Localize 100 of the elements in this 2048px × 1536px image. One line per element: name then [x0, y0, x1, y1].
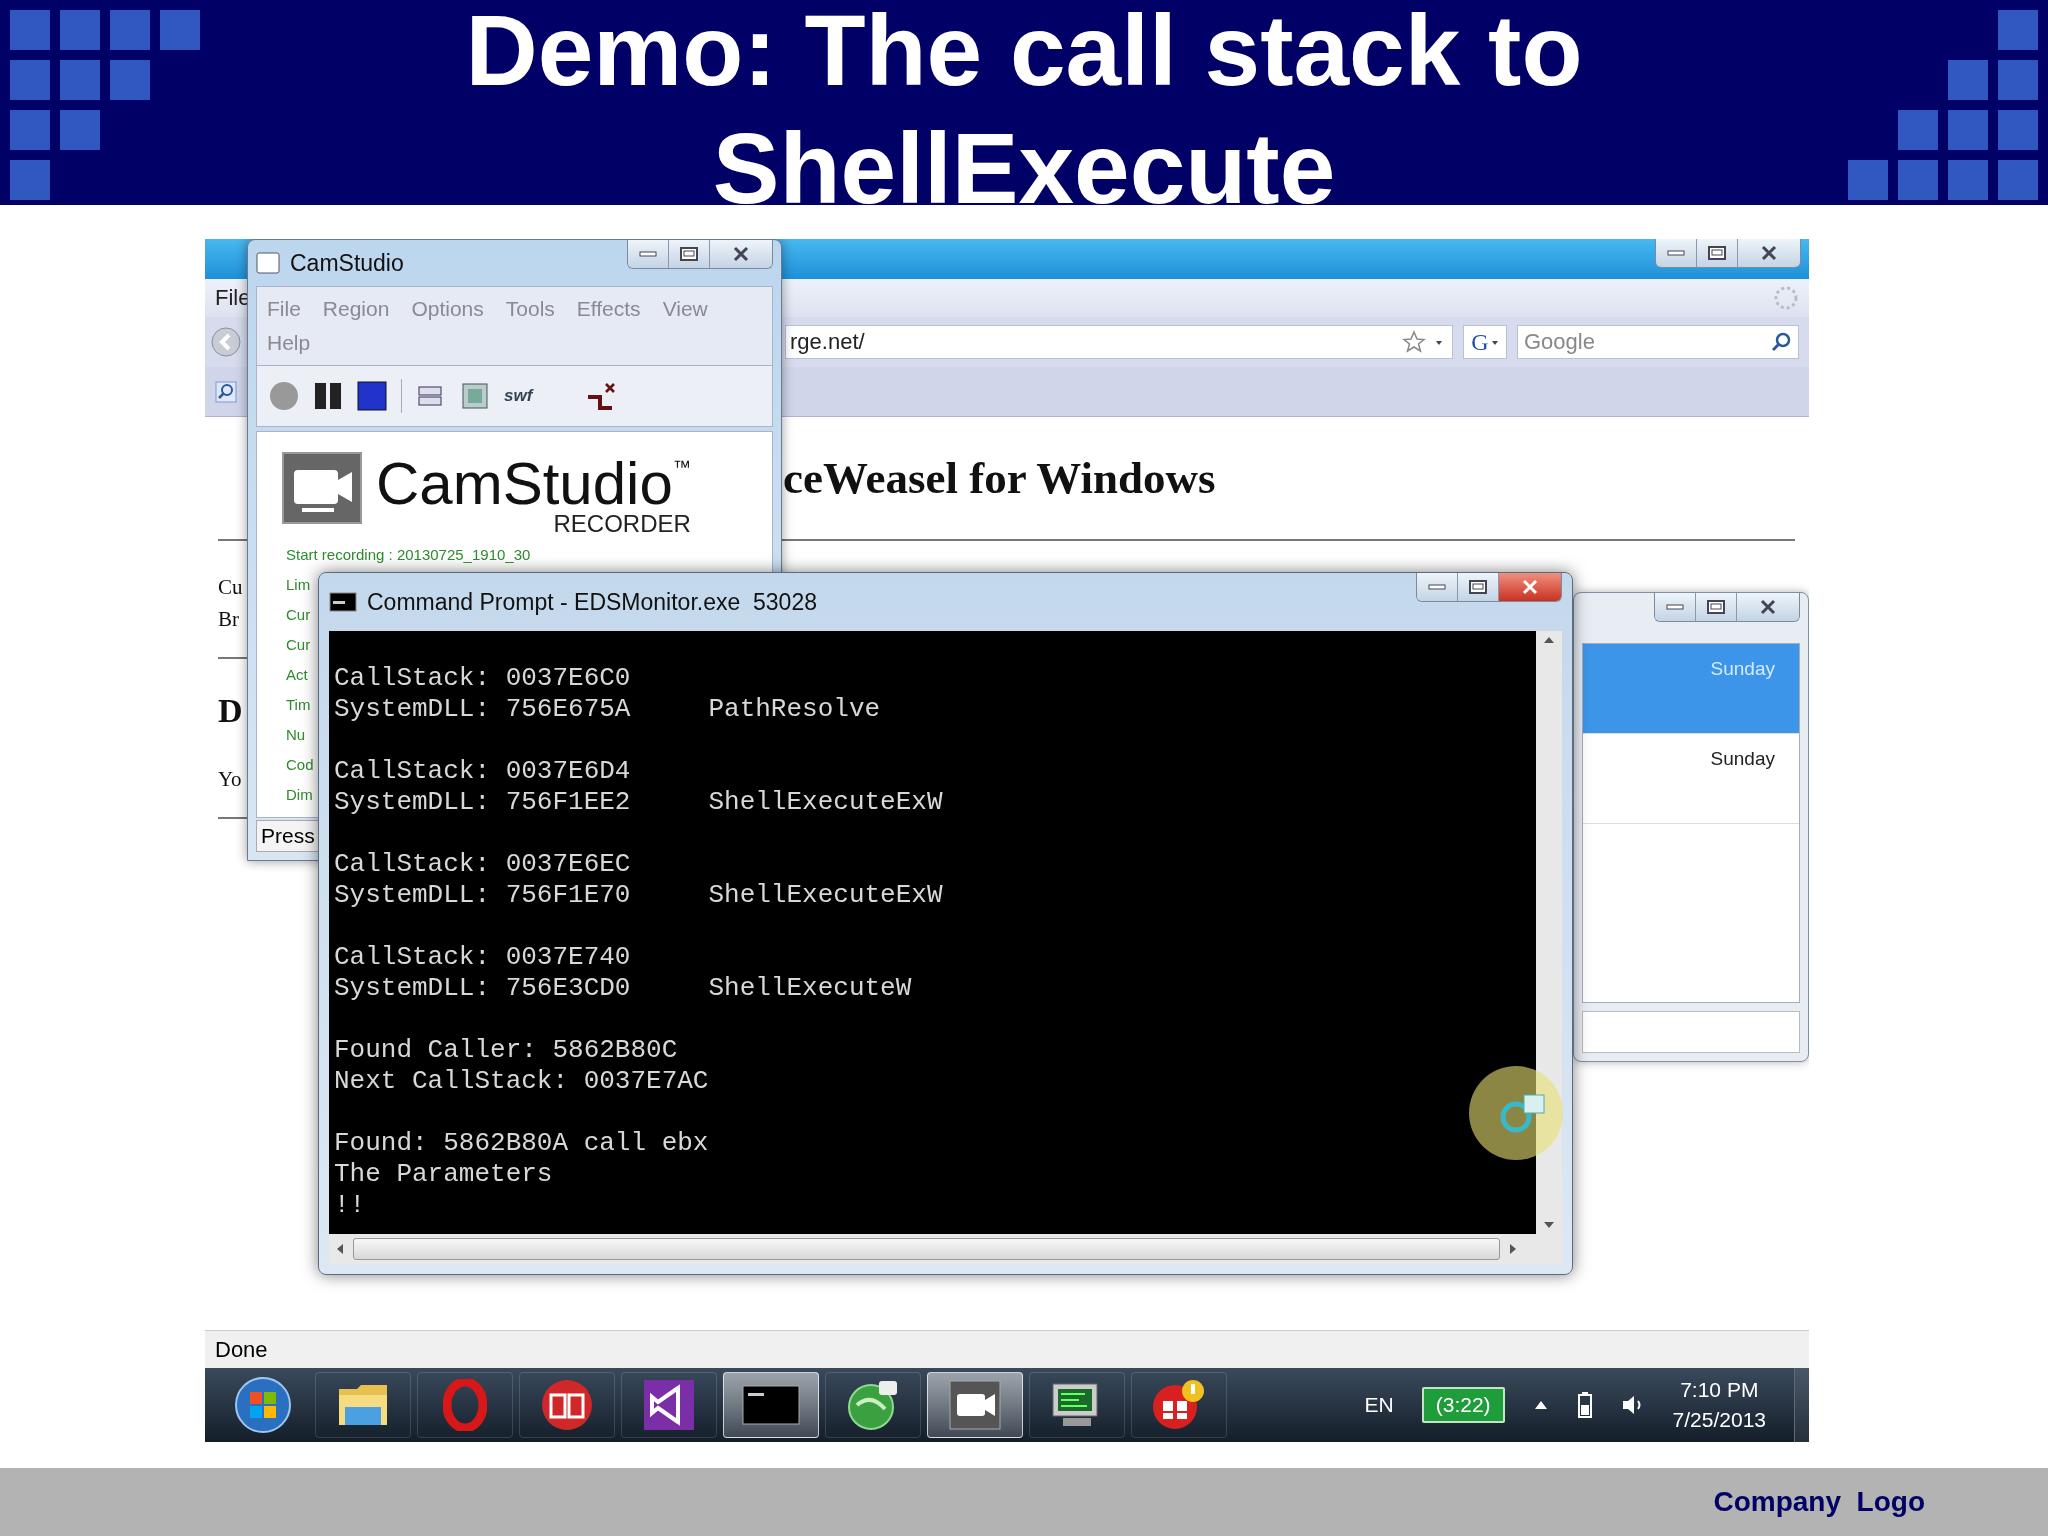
page-heading: D — [218, 691, 243, 731]
taskbar-button[interactable] — [519, 1372, 615, 1438]
list-row[interactable]: Sunday — [1583, 734, 1799, 824]
taskbar-button[interactable] — [927, 1372, 1023, 1438]
taskbar-button[interactable] — [1029, 1372, 1125, 1438]
minimize-icon — [1666, 604, 1684, 610]
menu-item[interactable]: Tools — [505, 293, 555, 325]
console-line: !! — [334, 1190, 366, 1221]
search-field[interactable]: Google — [1517, 325, 1799, 359]
status-text: Done — [215, 1336, 268, 1363]
window-title: Command Prompt - EDSMonitor.exe 53028 — [367, 588, 818, 616]
console-line: SystemDLL: 756E675A PathResolve — [334, 694, 881, 725]
menu-item[interactable]: Region — [322, 293, 390, 325]
taskbar-button[interactable] — [621, 1372, 717, 1438]
address-field[interactable]: rge.net/ — [785, 325, 1453, 359]
pause-icon[interactable] — [313, 381, 343, 411]
close-icon — [1759, 245, 1779, 261]
taskbar-button[interactable] — [315, 1372, 411, 1438]
close-button[interactable] — [1738, 239, 1800, 267]
maximize-button[interactable] — [1696, 593, 1737, 621]
status-text: Press — [261, 824, 315, 848]
console-line: CallStack: 0037E6EC — [334, 849, 631, 880]
stop-icon[interactable] — [357, 381, 387, 411]
clock-date: 7/25/2013 — [1672, 1407, 1766, 1433]
console-icon — [329, 592, 357, 612]
menu-item[interactable]: Help — [267, 327, 311, 359]
battery-status[interactable]: (3:22) — [1421, 1387, 1505, 1423]
scroll-left-icon[interactable] — [335, 1242, 345, 1256]
maximize-icon — [1468, 579, 1488, 595]
scroll-right-icon[interactable] — [1508, 1242, 1518, 1256]
info-text: Cod — [286, 755, 314, 775]
scroll-down-icon[interactable] — [1542, 1220, 1556, 1230]
up-arrow-icon[interactable] — [1532, 1399, 1549, 1411]
search-engine-button[interactable]: G — [1463, 325, 1507, 359]
close-icon — [1758, 599, 1778, 615]
window-title: CamStudio — [290, 249, 405, 277]
book-icon — [541, 1379, 593, 1431]
search-icon[interactable] — [1770, 331, 1792, 353]
clock-time: 7:10 PM — [1680, 1377, 1759, 1403]
minimize-icon — [1667, 250, 1685, 256]
close-button[interactable] — [1737, 593, 1799, 621]
slide-title: Demo: The call stack to ShellExecute — [464, 0, 1584, 226]
vertical-scrollbar[interactable] — [1536, 631, 1562, 1234]
star-icon[interactable] — [1402, 330, 1426, 354]
horizontal-scrollbar[interactable] — [329, 1234, 1562, 1264]
show-desktop-button[interactable] — [1794, 1368, 1809, 1442]
close-button[interactable] — [1499, 573, 1561, 601]
console-line: CallStack: 0037E740 — [334, 942, 631, 973]
picture-icon[interactable] — [460, 381, 490, 411]
console-line: SystemDLL: 756F1EE2 ShellExecuteExW — [334, 787, 943, 818]
minimize-icon — [639, 251, 657, 257]
maximize-icon — [679, 246, 699, 262]
start-orb-icon — [234, 1376, 292, 1434]
window-icon — [256, 252, 280, 274]
clock[interactable]: 7:10 PM 7/25/2013 — [1672, 1375, 1766, 1435]
battery-icon[interactable] — [1576, 1391, 1593, 1419]
menu-item[interactable]: Options — [411, 293, 484, 325]
close-button[interactable] — [710, 240, 772, 268]
console-line: SystemDLL: 756F1E70 ShellExecuteExW — [334, 880, 943, 911]
console-line: Next CallStack: 0037E7AC — [334, 1066, 709, 1097]
maximize-icon — [1706, 599, 1726, 615]
info-text: Cur — [286, 605, 311, 625]
busy-cursor-icon — [1468, 1065, 1564, 1161]
taskbar-button[interactable] — [825, 1372, 921, 1438]
swf-button[interactable]: swf — [504, 386, 533, 406]
camera-logo-icon — [282, 452, 362, 524]
page-text: Cu — [218, 574, 243, 601]
minimize-icon — [1428, 584, 1446, 590]
letter-o-icon — [443, 1379, 487, 1431]
list-row[interactable]: Sunday — [1583, 644, 1799, 734]
info-text: Dim — [286, 785, 313, 805]
close-icon — [731, 246, 751, 262]
maximize-button[interactable] — [669, 240, 710, 268]
taskbar-button[interactable] — [1131, 1372, 1227, 1438]
throbber-icon — [1773, 285, 1799, 311]
info-text: Act — [286, 665, 308, 685]
close-icon — [1520, 579, 1540, 595]
console-line: CallStack: 0037E6D4 — [334, 756, 631, 787]
footer-text: Company Logo — [1713, 1486, 1925, 1518]
logo-icon — [644, 1380, 694, 1430]
console-line: Found: 5862B80A call ebx — [334, 1128, 709, 1159]
maximize-button[interactable] — [1458, 573, 1499, 601]
taskbar-button[interactable] — [723, 1372, 819, 1438]
console-line: The Parameters — [334, 1159, 553, 1190]
maximize-button[interactable] — [1697, 239, 1738, 267]
menu-item[interactable]: View — [662, 293, 708, 325]
back-button[interactable] — [211, 327, 241, 357]
search-icon[interactable] — [215, 380, 237, 403]
console-line: CallStack: 0037E6C0 — [334, 663, 631, 694]
info-text: Cur — [286, 635, 311, 655]
scroll-up-icon[interactable] — [1542, 635, 1556, 645]
menu-item[interactable]: Effects — [576, 293, 641, 325]
menu-item[interactable]: File — [267, 293, 301, 325]
terminal-icon — [742, 1385, 800, 1425]
globe-icon — [847, 1379, 899, 1431]
info-text: Start recording : 20130725_1910_30 — [286, 545, 531, 565]
language-indicator[interactable]: EN — [1364, 1393, 1394, 1417]
input-field[interactable] — [1582, 1011, 1800, 1053]
page-text: Yo — [218, 766, 242, 793]
page-heading: ceWeasel for Windows — [783, 452, 1217, 505]
